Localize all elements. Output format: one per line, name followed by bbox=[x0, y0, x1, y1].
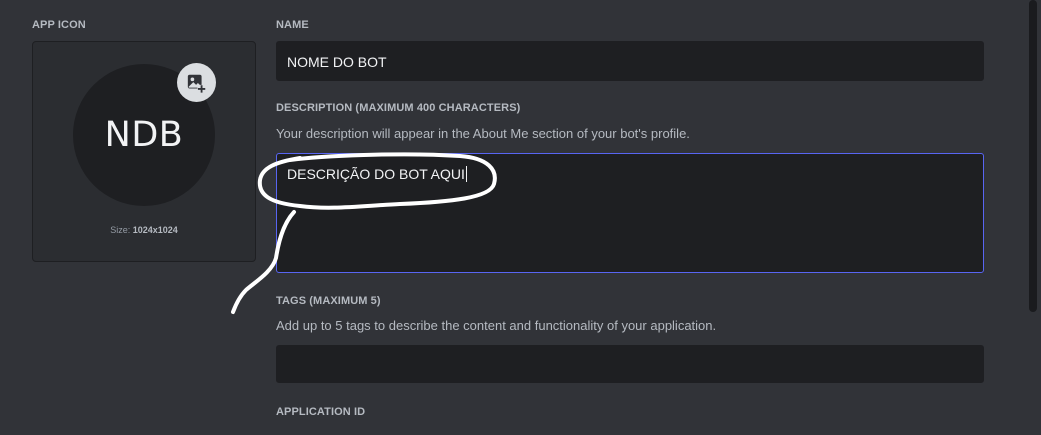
description-label: DESCRIPTION (MAXIMUM 400 CHARACTERS) bbox=[276, 102, 521, 114]
app-icon-label: APP ICON bbox=[32, 19, 86, 31]
description-helper: Your description will appear in the Abou… bbox=[276, 126, 690, 141]
app-icon-panel[interactable]: NDB Size: 1024x1024 bbox=[32, 41, 256, 262]
tags-helper: Add up to 5 tags to describe the content… bbox=[276, 318, 717, 333]
avatar-initials: NDB bbox=[104, 115, 184, 155]
tags-input[interactable] bbox=[276, 345, 984, 383]
size-value: 1024x1024 bbox=[132, 225, 178, 235]
app-settings-page: APP ICON NDB Size: 1024x1024 NAME NOME D… bbox=[0, 0, 1041, 435]
tags-label: TAGS (MAXIMUM 5) bbox=[276, 295, 381, 307]
application-id-label: APPLICATION ID bbox=[276, 406, 366, 418]
scrollbar[interactable] bbox=[1029, 0, 1037, 312]
name-label: NAME bbox=[276, 19, 309, 31]
image-add-icon bbox=[187, 74, 206, 93]
description-value: DESCRIÇÃO DO BOT AQUI bbox=[287, 166, 465, 182]
text-caret bbox=[465, 166, 467, 182]
icon-size-hint: Size: 1024x1024 bbox=[33, 225, 255, 235]
size-prefix: Size: bbox=[110, 225, 131, 235]
upload-image-button[interactable] bbox=[177, 63, 216, 102]
name-value: NOME DO BOT bbox=[287, 54, 387, 70]
description-textarea[interactable]: DESCRIÇÃO DO BOT AQUI bbox=[276, 153, 984, 273]
name-input[interactable]: NOME DO BOT bbox=[276, 41, 984, 81]
